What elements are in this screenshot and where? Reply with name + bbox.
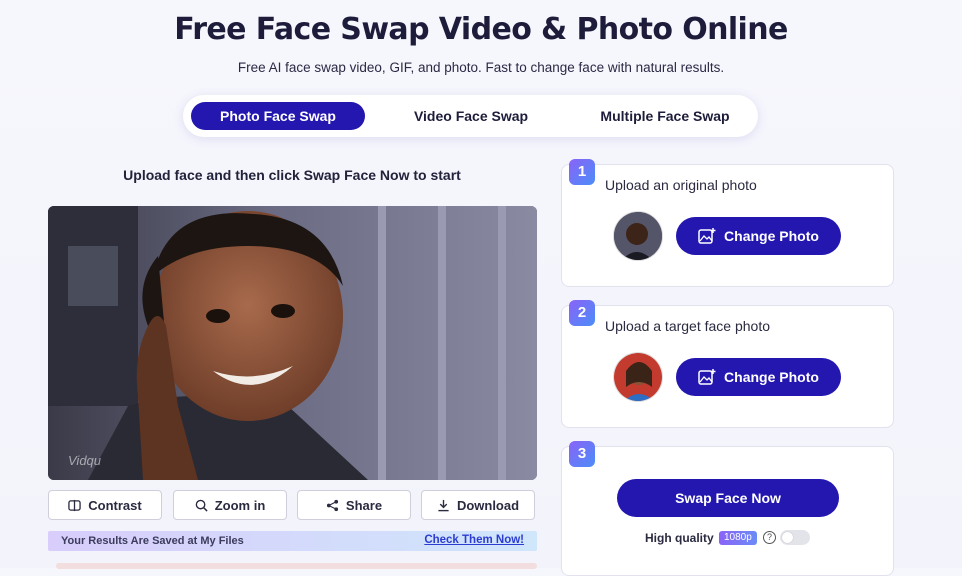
saved-results-banner: Your Results Are Saved at My Files Check… xyxy=(48,531,537,551)
upload-instruction: Upload face and then click Swap Face Now… xyxy=(123,167,461,183)
target-face-avatar xyxy=(613,352,663,402)
bottom-strip xyxy=(56,563,537,569)
search-icon xyxy=(195,499,208,512)
contrast-button[interactable]: Contrast xyxy=(48,490,162,520)
step-1-badge: 1 xyxy=(569,159,595,185)
tab-multiple-face-swap[interactable]: Multiple Face Swap xyxy=(577,102,753,130)
download-label: Download xyxy=(456,497,520,513)
high-quality-label: High quality xyxy=(645,531,714,545)
step-2-card: 2 Upload a target face photo Change Phot… xyxy=(561,300,894,428)
watermark-text: Vidqu xyxy=(68,453,102,468)
swap-face-now-button[interactable]: Swap Face Now xyxy=(617,479,839,517)
change-target-photo-button[interactable]: Change Photo xyxy=(676,358,841,396)
tab-video-face-swap[interactable]: Video Face Swap xyxy=(383,102,559,130)
contrast-icon xyxy=(68,499,81,511)
share-icon xyxy=(326,499,338,511)
share-label: Share xyxy=(345,497,383,513)
toggle-knob xyxy=(782,532,793,543)
resolution-badge: 1080p xyxy=(719,531,757,545)
tab-photo-face-swap[interactable]: Photo Face Swap xyxy=(191,102,365,130)
change-photo-label: Change Photo xyxy=(724,228,819,244)
page-subtitle: Free AI face swap video, GIF, and photo.… xyxy=(237,60,725,75)
check-files-link[interactable]: Check Them Now! xyxy=(424,534,524,546)
step-3-badge: 3 xyxy=(569,441,595,467)
zoom-in-label: Zoom in xyxy=(214,497,266,513)
download-icon xyxy=(438,499,449,511)
step-1-label: Upload an original photo xyxy=(605,177,757,193)
page-title: Free Face Swap Video & Photo Online xyxy=(174,12,788,47)
change-photo-label: Change Photo xyxy=(724,369,819,385)
change-original-photo-button[interactable]: Change Photo xyxy=(676,217,841,255)
image-upload-icon xyxy=(698,369,716,385)
step-2-badge: 2 xyxy=(569,300,595,326)
zoom-in-button[interactable]: Zoom in xyxy=(173,490,287,520)
image-upload-icon xyxy=(698,228,716,244)
help-icon[interactable]: ? xyxy=(763,531,776,544)
step-1-card: 1 Upload an original photo Change Photo xyxy=(561,159,894,287)
contrast-label: Contrast xyxy=(88,497,142,513)
step-2-label: Upload a target face photo xyxy=(605,318,771,334)
download-button[interactable]: Download xyxy=(421,490,535,520)
high-quality-toggle[interactable] xyxy=(780,530,810,545)
step-3-card: 3 Swap Face Now High quality 1080p ? xyxy=(561,441,894,576)
mode-tabs: Photo Face Swap Video Face Swap Multiple… xyxy=(183,95,758,137)
share-button[interactable]: Share xyxy=(297,490,411,520)
result-preview-image: Vidqu xyxy=(48,206,537,480)
saved-results-text: Your Results Are Saved at My Files xyxy=(61,535,244,547)
original-photo-avatar xyxy=(613,211,663,261)
